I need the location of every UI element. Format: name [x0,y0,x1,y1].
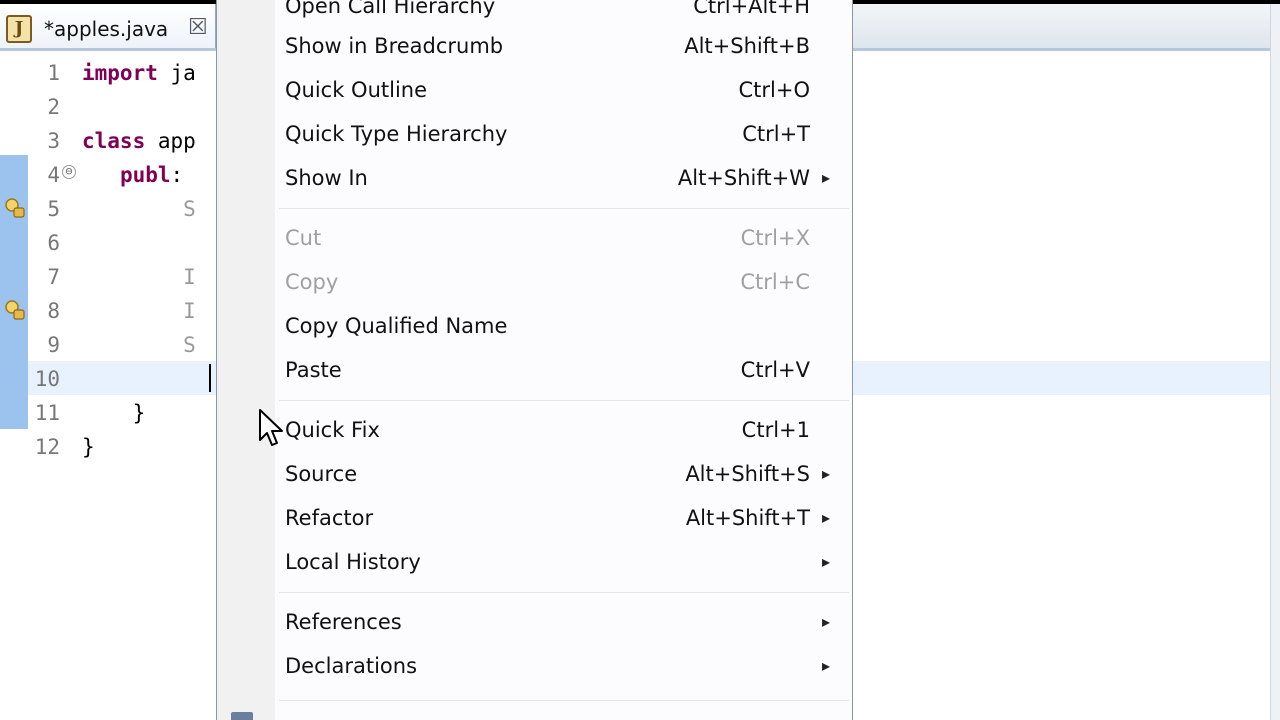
tab-title: *apples.java [44,17,169,41]
menu-item-shortcut: Ctrl+C [740,270,810,294]
line-number: 3 [47,129,60,153]
code-line: import ja [82,61,196,85]
line-number: 10 [34,367,60,391]
menu-item-label: Show In [285,166,368,190]
menu-item-cut[interactable]: Cut Ctrl+X [275,218,852,262]
menu-item-label: Refactor [285,506,374,530]
menu-item-quick-fix[interactable]: Quick Fix Ctrl+1 [275,410,852,454]
line-number: 6 [47,231,60,255]
line-number: 7 [47,265,60,289]
menu-item-label: Copy [285,270,339,294]
warning-marker-icon[interactable] [4,197,26,219]
line-number: 9 [47,333,60,357]
menu-item-label: Quick Outline [285,78,428,102]
menu-item-local-history[interactable]: Local History ▸ [275,542,852,586]
code-text: app [145,129,196,153]
menu-icon-column [217,0,275,720]
menu-item-refactor[interactable]: Refactor Alt+Shift+T ▸ [275,498,852,542]
submenu-arrow-icon: ▸ [821,612,830,631]
line-number: 2 [47,95,60,119]
menu-item-shortcut: Alt+Shift+W [677,166,810,190]
menu-item-label: Local History [285,550,421,574]
menu-item-shortcut: Ctrl+X [740,226,810,250]
code-line: } [82,401,146,425]
menu-item-shortcut: Ctrl+O [738,78,811,102]
menu-item-shortcut: Alt+Shift+S [685,462,810,486]
menu-item-copy-qualified-name[interactable]: Copy Qualified Name [275,306,852,350]
code-line: } [82,435,95,459]
menu-separator [279,592,849,594]
menu-item-label: Quick Fix [285,418,380,442]
submenu-arrow-icon: ▸ [821,552,830,571]
menu-item-quick-type-hierarchy[interactable]: Quick Type Hierarchy Ctrl+T [275,114,852,158]
menu-item-label: Paste [285,358,342,382]
menu-item-declarations[interactable]: Declarations ▸ [275,646,852,690]
menu-item-shortcut: Ctrl+1 [741,418,810,442]
menu-item-label: Show in Breadcrumb [285,34,504,58]
code-line: S [82,197,196,221]
menu-item-show-in-breadcrumb[interactable]: Show in Breadcrumb Alt+Shift+B [275,26,852,70]
java-file-icon: J [6,15,32,43]
menu-separator [279,400,849,402]
menu-item-label: Open Call Hierarchy [285,0,496,18]
menu-item-shortcut: Ctrl+T [742,122,810,146]
menu-item-show-in[interactable]: Show In Alt+Shift+W ▸ [275,158,852,202]
keyword: class [82,129,146,153]
fold-collapse-icon[interactable]: ⊖ [62,165,76,179]
overview-ruler [1270,4,1280,720]
submenu-arrow-icon: ▸ [821,656,830,675]
tab-bar-empty-area [852,4,1280,48]
mouse-pointer-icon [259,409,283,446]
menu-item-references[interactable]: References ▸ [275,602,852,646]
menu-item-label: References [285,610,402,634]
text-caret [209,364,211,392]
menu-item-paste[interactable]: Paste Ctrl+V [275,350,852,394]
line-number: 8 [47,299,60,323]
line-number: 5 [47,197,60,221]
annotation-ruler [0,51,28,720]
menu-item-shortcut: Ctrl+Alt+H [693,0,810,18]
menu-separator [279,208,849,210]
code-line: I [82,265,196,289]
submenu-arrow-icon: ▸ [821,508,830,527]
menu-item-label: Quick Type Hierarchy [285,122,508,146]
submenu-arrow-icon: ▸ [821,168,830,187]
line-number: 1 [47,61,60,85]
code-line: S [82,333,196,357]
menu-item-label: Cut [285,226,322,250]
menu-item-label: Copy Qualified Name [285,314,508,338]
menu-item-source[interactable]: Source Alt+Shift+S ▸ [275,454,852,498]
code-text: ja [157,61,196,85]
menu-item-copy[interactable]: Copy Ctrl+C [275,262,852,306]
submenu-arrow-icon: ▸ [821,464,830,483]
menu-item-label: Declarations [285,654,418,678]
menu-item-shortcut: Ctrl+V [740,358,810,382]
warning-marker-icon[interactable] [4,299,26,321]
keyword: publ [119,163,171,187]
line-number: 12 [34,435,60,459]
menu-separator [279,700,849,702]
line-number: 11 [34,401,60,425]
line-number: 4 [47,163,60,187]
menu-item-label: Source [285,462,358,486]
menu-item-shortcut: Alt+Shift+T [685,506,810,530]
code-line: class app [82,129,196,153]
code-line: publ: [119,163,184,187]
context-menu: Open Call Hierarchy Ctrl+Alt+H Show in B… [216,0,853,720]
menu-item-icon [231,712,253,720]
menu-item-shortcut: Alt+Shift+B [684,34,810,58]
close-icon[interactable]: ☒ [188,15,208,40]
tab-apples-java[interactable]: J *apples.java ☒ [0,4,216,48]
code-line: I [82,299,196,323]
menu-item-quick-outline[interactable]: Quick Outline Ctrl+O [275,70,852,114]
keyword: import [82,61,158,85]
